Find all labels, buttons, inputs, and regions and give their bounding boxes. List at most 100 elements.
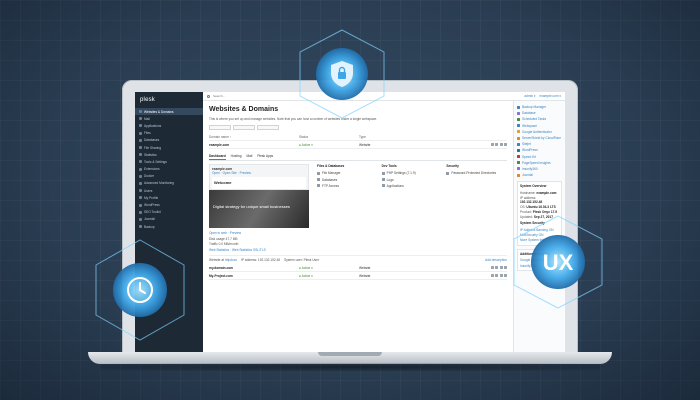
web-statistics-ssl-link[interactable]: Web Statistics SSL/TLS <box>232 248 266 252</box>
open-in-web-link[interactable]: Open in web <box>209 231 227 235</box>
sidebar-item[interactable]: Mail <box>135 115 203 122</box>
sidebar-item[interactable]: Tools & Settings <box>135 158 203 165</box>
sidebar-item-label: Extensions <box>144 167 160 172</box>
system-info-line: Hostname: example.com <box>520 190 559 195</box>
user-menu[interactable]: admin ▾ <box>524 94 535 98</box>
sidebar-item[interactable]: Files <box>135 130 203 137</box>
feature-column-title: Dev Tools <box>381 164 397 168</box>
tab-plesk-apps[interactable]: Plesk Apps <box>257 152 273 160</box>
sidebar-item[interactable]: Backup <box>135 223 203 230</box>
db-icon[interactable] <box>499 143 503 146</box>
sidebar-item[interactable]: Applications <box>135 122 203 129</box>
tool-icon <box>517 130 520 134</box>
center-content: Websites & Domains This is where you set… <box>203 101 513 352</box>
domain-switcher[interactable]: example.com ▾ <box>540 94 561 98</box>
tool-label: Imunify360 <box>522 166 538 171</box>
domain-status[interactable]: ● Active ▾ <box>299 266 359 270</box>
domain-tabs: Dashboard Hosting Mail Plesk Apps <box>209 152 507 161</box>
col-domain-name[interactable]: Domain name ↑ <box>209 135 299 139</box>
plesk-logo[interactable]: plesk <box>135 94 203 108</box>
table-row[interactable]: example.com ● Active ▾ Website <box>209 141 507 149</box>
tool-icon <box>517 136 520 140</box>
add-domain-button[interactable] <box>209 125 231 130</box>
domain-name[interactable]: my.domain.com <box>209 266 299 270</box>
mail-icon[interactable] <box>490 266 494 269</box>
sidebar-item[interactable]: Advanced Monitoring <box>135 180 203 187</box>
sidebar-item[interactable]: Databases <box>135 137 203 144</box>
row-actions <box>429 143 507 146</box>
sidebar-item[interactable]: SEO Toolkit <box>135 209 203 216</box>
mail-icon[interactable] <box>490 274 494 277</box>
sidebar-item[interactable]: Docker <box>135 173 203 180</box>
sidebar-item[interactable]: Extensions <box>135 166 203 173</box>
site-preview: example.com Open · Open Site · Preview W… <box>209 164 309 253</box>
col-type[interactable]: Type <box>359 135 429 139</box>
security-badge <box>292 28 392 120</box>
sidebar-item[interactable]: Joomla! <box>135 216 203 223</box>
tool-label: Speed Kit <box>522 154 536 159</box>
domain-type: Website <box>359 142 371 147</box>
system-user: System user: Plesk User <box>284 258 319 262</box>
tool-label: Google Authenticator <box>522 129 552 134</box>
db-icon[interactable] <box>499 274 503 277</box>
add-subdomain-button[interactable] <box>233 125 255 130</box>
domain-status[interactable]: ● Active ▾ <box>299 274 359 278</box>
tab-mail[interactable]: Mail <box>246 152 252 160</box>
httpdocs-link[interactable]: httpdocs <box>225 258 237 262</box>
feature-label: FTP Access <box>322 183 339 188</box>
table-row[interactable]: My-Project.com ● Active ▾ Website <box>209 272 507 280</box>
tab-dashboard[interactable]: Dashboard <box>209 152 226 160</box>
mail-icon[interactable] <box>490 143 494 146</box>
domain-name[interactable]: My-Project.com <box>209 274 299 278</box>
add-description-link[interactable]: Add description <box>485 258 507 262</box>
sidebar-item-label: Websites & Domains <box>144 109 174 114</box>
settings-icon[interactable] <box>504 274 507 277</box>
sidebar-item-label: Docker <box>144 174 155 179</box>
tool-label: Joomla! <box>522 173 534 178</box>
domain-name[interactable]: example.com <box>209 143 299 147</box>
tool-label: ServerShield by CloudFlare <box>522 136 561 141</box>
add-alias-button[interactable] <box>257 125 279 130</box>
feature-icon <box>446 171 450 175</box>
preview-link[interactable]: Preview <box>230 231 241 235</box>
sidebar-item-icon <box>139 160 142 164</box>
sidebar-item[interactable]: My Profile <box>135 194 203 201</box>
sidebar-item[interactable]: File Sharing <box>135 144 203 151</box>
search-input[interactable] <box>213 94 293 98</box>
sidebar-item-icon <box>139 124 142 128</box>
laptop-notch <box>318 352 382 356</box>
feature-link[interactable]: Password-Protected Directories <box>446 170 507 176</box>
settings-icon[interactable] <box>504 266 507 269</box>
sidebar-item-icon <box>139 225 142 229</box>
settings-icon[interactable] <box>504 143 507 146</box>
search-icon[interactable] <box>207 94 210 98</box>
sidebar-item[interactable]: Users <box>135 187 203 194</box>
domain-type: Website <box>359 273 371 278</box>
shield-lock-icon <box>331 61 353 87</box>
feature-link[interactable]: Applications <box>381 183 443 189</box>
folder-icon[interactable] <box>495 266 498 269</box>
feature-icon <box>317 178 320 182</box>
folder-icon[interactable] <box>495 143 498 146</box>
system-info-value: 192.132.152.48 <box>520 199 543 204</box>
sidebar-item[interactable]: Statistics <box>135 151 203 158</box>
tab-hosting[interactable]: Hosting <box>231 152 242 160</box>
sidebar-item-icon <box>139 131 142 135</box>
web-statistics-link[interactable]: Web Statistics <box>209 248 229 252</box>
col-status[interactable]: Status <box>299 135 359 139</box>
sidebar-item[interactable]: WordPress <box>135 201 203 208</box>
table-row[interactable]: my.domain.com ● Active ▾ Website <box>209 264 507 272</box>
domain-status[interactable]: ● Active ▾ <box>299 143 359 147</box>
db-icon[interactable] <box>499 266 503 269</box>
sidebar-item-icon <box>139 117 142 121</box>
site-preview-card[interactable]: example.com Open · Open Site · Preview W… <box>209 164 309 190</box>
sidebar-item-icon <box>139 146 142 150</box>
tool-label: Webspace <box>522 123 538 128</box>
sidebar-item-label: Joomla! <box>144 217 156 222</box>
feature-link[interactable]: FTP Access <box>317 183 378 189</box>
preview-links[interactable]: Open · Open Site · Preview <box>212 171 306 175</box>
folder-icon[interactable] <box>495 274 498 277</box>
tool-link[interactable]: Joomla! <box>517 172 562 178</box>
website-at: Website at httpdocs <box>209 258 237 262</box>
sidebar-item[interactable]: Websites & Domains <box>135 108 203 116</box>
